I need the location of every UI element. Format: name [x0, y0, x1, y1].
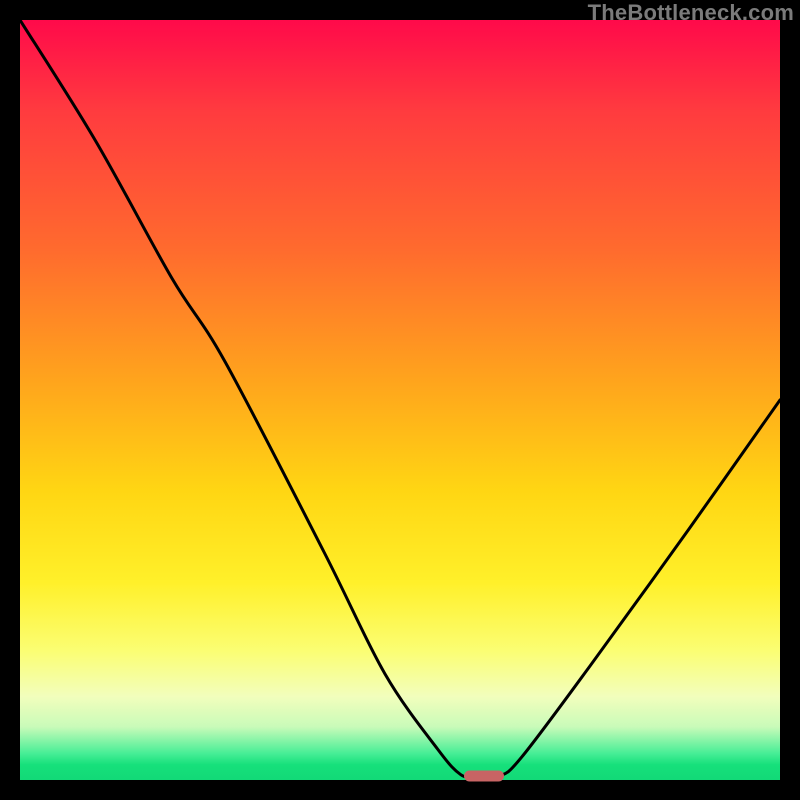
optimal-marker [464, 771, 504, 782]
plot-area [20, 20, 780, 780]
bottleneck-curve [20, 20, 780, 780]
chart-frame: TheBottleneck.com [0, 0, 800, 800]
